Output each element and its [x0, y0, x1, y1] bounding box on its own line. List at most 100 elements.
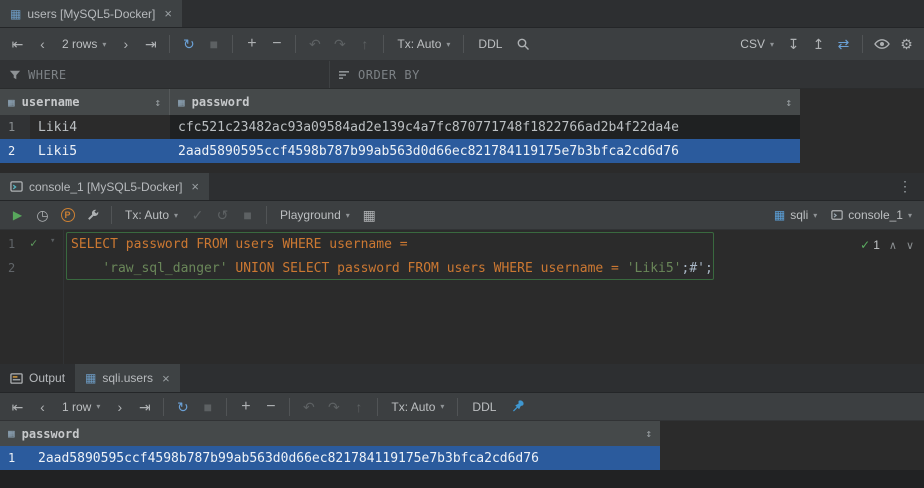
tab-console[interactable]: console_1 [MySQL5-Docker] × — [0, 173, 209, 200]
close-icon[interactable]: × — [162, 372, 170, 385]
tx-mode-label: Tx: Auto — [391, 400, 435, 414]
data-extractor-icon[interactable]: ⇄ — [832, 33, 855, 55]
column-header-password[interactable]: ▦ password ↕ — [0, 421, 660, 446]
first-page-icon[interactable]: ⇤ — [6, 33, 29, 55]
undo-icon[interactable]: ↶ — [303, 33, 326, 55]
sort-icon[interactable]: ↕ — [785, 96, 792, 109]
code-line[interactable]: SELECT password FROM users WHERE usernam… — [65, 232, 924, 256]
page-size-dropdown[interactable]: 1 row ▾ — [56, 396, 106, 418]
first-page-icon[interactable]: ⇤ — [6, 396, 29, 418]
stop-icon[interactable]: ■ — [196, 396, 219, 418]
fold-arrow-icon[interactable]: ▾ — [50, 236, 55, 246]
tab-output[interactable]: Output — [0, 364, 75, 392]
toolbar-separator — [232, 35, 233, 53]
row-number[interactable]: 1 — [0, 446, 30, 470]
row-number[interactable]: 2 — [0, 139, 30, 163]
column-header-password-label: password — [192, 95, 250, 109]
undo-icon[interactable]: ↶ — [297, 396, 320, 418]
history-clock-icon[interactable]: ◷ — [31, 204, 54, 226]
header-filler — [660, 421, 924, 446]
refresh-icon[interactable]: ↻ — [177, 33, 200, 55]
next-page-icon[interactable]: › — [108, 396, 131, 418]
editor-code-area[interactable]: SELECT password FROM users WHERE usernam… — [65, 230, 924, 280]
page-size-dropdown[interactable]: 2 rows ▾ — [56, 33, 112, 55]
settings-gear-icon[interactable]: ⚙ — [895, 33, 918, 55]
datagrip-window: ▦ users [MySQL5-Docker] × ⇤ ‹ 2 rows ▾ ›… — [0, 0, 924, 488]
order-by-filter-field[interactable]: ORDER BY — [330, 61, 429, 88]
redo-icon[interactable]: ↷ — [328, 33, 351, 55]
cell-username[interactable]: Liki5 — [30, 139, 170, 163]
row-number[interactable]: 1 — [0, 115, 30, 139]
table-icon: ▦ — [85, 372, 96, 384]
playground-mode-dropdown[interactable]: Playground ▾ — [274, 204, 356, 226]
next-page-icon[interactable]: › — [114, 33, 137, 55]
tx-mode-dropdown[interactable]: Tx: Auto ▾ — [385, 396, 450, 418]
cell-username[interactable]: Liki4 — [30, 115, 170, 139]
sql-editor[interactable]: 1 2 ✓ ▾ SELECT password FROM users WHERE… — [0, 230, 924, 364]
pin-tab-icon[interactable] — [505, 396, 528, 418]
export-format-dropdown[interactable]: CSV ▾ — [734, 33, 780, 55]
ddl-button[interactable]: DDL — [465, 396, 503, 418]
stop-icon[interactable]: ■ — [236, 204, 259, 226]
submit-icon[interactable]: ↑ — [353, 33, 376, 55]
output-layout-icon[interactable]: ▦ — [358, 204, 381, 226]
ddl-button[interactable]: DDL — [471, 33, 509, 55]
console-icon — [10, 180, 23, 193]
export-format-label: CSV — [740, 37, 765, 51]
view-options-eye-icon[interactable] — [870, 33, 893, 55]
chevron-up-icon[interactable]: ∧ — [889, 239, 897, 252]
close-icon[interactable]: × — [164, 7, 172, 20]
toolbar-separator — [289, 398, 290, 416]
import-data-icon[interactable]: ↥ — [807, 33, 830, 55]
redo-icon[interactable]: ↷ — [322, 396, 345, 418]
more-options-kebab-icon[interactable]: ⋮ — [894, 178, 916, 195]
tx-mode-dropdown[interactable]: Tx: Auto ▾ — [391, 33, 456, 55]
cell-password[interactable]: cfc521c23482ac93a09584ad2e139c4a7fc87077… — [170, 115, 800, 139]
parameters-icon[interactable]: P — [56, 204, 79, 226]
chevron-down-icon[interactable]: ∨ — [906, 239, 914, 252]
rollback-icon[interactable]: ↺ — [211, 204, 234, 226]
previous-page-icon[interactable]: ‹ — [31, 33, 54, 55]
export-data-icon[interactable]: ↧ — [782, 33, 805, 55]
tab-result-grid[interactable]: ▦ sqli.users × — [75, 364, 180, 392]
table-row: 1 Liki4 cfc521c23482ac93a09584ad2e139c4a… — [0, 115, 924, 139]
run-icon[interactable]: ▶ — [6, 204, 29, 226]
previous-page-icon[interactable]: ‹ — [31, 396, 54, 418]
column-header-password[interactable]: ▦ password ↕ — [170, 89, 800, 115]
editor-gutter: 1 2 ✓ ▾ — [0, 230, 64, 364]
sql-comment-tail: ;#'; — [682, 261, 713, 276]
table-row-selected: 1 2aad5890595ccf4598b787b99ab563d0d66ec8… — [0, 446, 924, 470]
results-tabbar: Output ▦ sqli.users × — [0, 364, 924, 393]
last-page-icon[interactable]: ⇥ — [139, 33, 162, 55]
tab-console-label: console_1 [MySQL5-Docker] — [29, 180, 182, 194]
tab-users-grid[interactable]: ▦ users [MySQL5-Docker] × — [0, 0, 182, 27]
sort-icon[interactable]: ↕ — [154, 96, 161, 109]
search-icon[interactable] — [511, 33, 534, 55]
code-line[interactable]: 'raw_sql_danger' UNION SELECT password F… — [65, 256, 924, 280]
where-filter-field[interactable]: WHERE — [0, 61, 330, 88]
delete-row-icon[interactable]: − — [265, 33, 288, 55]
close-icon[interactable]: × — [191, 180, 199, 193]
last-page-icon[interactable]: ⇥ — [133, 396, 156, 418]
cell-password[interactable]: 2aad5890595ccf4598b787b99ab563d0d66ec821… — [170, 139, 800, 163]
row-filler — [800, 139, 924, 163]
session-dropdown[interactable]: console_1 ▾ — [825, 204, 918, 226]
delete-row-icon[interactable]: − — [259, 396, 282, 418]
sort-icon[interactable]: ↕ — [645, 427, 652, 440]
stop-icon[interactable]: ■ — [202, 33, 225, 55]
schema-dropdown[interactable]: ▦ sqli ▾ — [768, 204, 823, 226]
cell-password[interactable]: 2aad5890595ccf4598b787b99ab563d0d66ec821… — [30, 446, 660, 470]
column-header-username[interactable]: ▦ username ↕ — [0, 89, 170, 115]
tx-mode-dropdown[interactable]: Tx: Auto ▾ — [119, 204, 184, 226]
commit-icon[interactable]: ✓ — [186, 204, 209, 226]
add-row-icon[interactable]: + — [234, 396, 257, 418]
refresh-icon[interactable]: ↻ — [171, 396, 194, 418]
toolbar-separator — [463, 35, 464, 53]
submit-icon[interactable]: ↑ — [347, 396, 370, 418]
row-filler — [660, 446, 924, 470]
settings-wrench-icon[interactable] — [81, 204, 104, 226]
chevron-down-icon: ▾ — [102, 40, 106, 49]
table-row-selected: 2 Liki5 2aad5890595ccf4598b787b99ab563d0… — [0, 139, 924, 163]
add-row-icon[interactable]: + — [240, 33, 263, 55]
schema-icon: ▦ — [774, 209, 785, 221]
